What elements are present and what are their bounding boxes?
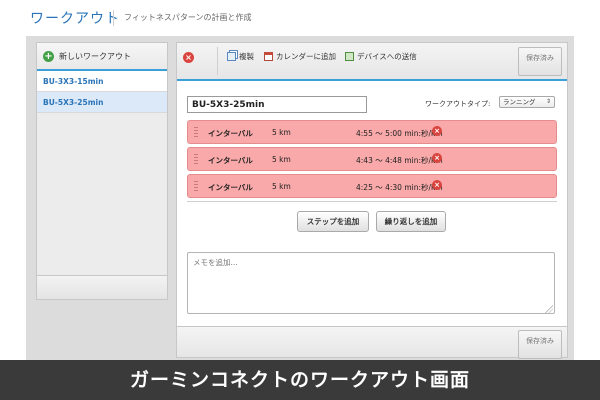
top-header: ワークアウト フィットネスパターンの計画と作成 bbox=[0, 0, 600, 36]
step-pace: 4:55 ～ 5:00 min:秒/km bbox=[356, 129, 443, 138]
copy-icon bbox=[227, 52, 236, 61]
add-step-button[interactable]: ステップを追加 bbox=[297, 211, 369, 232]
workout-list: BU-3X3-15min BU-5X3-25min bbox=[37, 71, 167, 113]
workout-name-input[interactable] bbox=[187, 96, 367, 113]
workout-list-item-selected[interactable]: BU-5X3-25min bbox=[37, 92, 167, 113]
step-type: インターバル bbox=[208, 156, 253, 165]
copy-button[interactable]: 複製 bbox=[227, 51, 254, 62]
plus-icon: + bbox=[43, 50, 54, 62]
workout-type-label: ワークアウトタイプ: bbox=[425, 100, 491, 108]
calendar-icon bbox=[264, 52, 273, 61]
drag-handle-icon[interactable] bbox=[194, 127, 198, 138]
remove-step-icon[interactable]: × bbox=[432, 126, 442, 136]
step-distance: 5 km bbox=[272, 155, 291, 164]
page-subtitle: フィットネスパターンの計画と作成 bbox=[124, 13, 252, 22]
send-icon bbox=[345, 52, 354, 61]
divider bbox=[187, 201, 557, 202]
add-repeat-button[interactable]: 繰り返しを追加 bbox=[376, 211, 446, 232]
toolbar: × 複製 カレンダーに追加 デバイスへの送信 保存済み bbox=[177, 43, 567, 81]
memo-textarea[interactable] bbox=[187, 252, 555, 314]
step-type: インターバル bbox=[208, 183, 253, 192]
workout-type-value: ランニング bbox=[503, 98, 536, 106]
remove-step-icon[interactable]: × bbox=[432, 180, 442, 190]
step-distance: 5 km bbox=[272, 182, 291, 191]
step-pace: 4:43 ～ 4:48 min:秒/km bbox=[356, 156, 443, 165]
workout-list-panel: + 新しいワークアウト BU-3X3-15min BU-5X3-25min bbox=[36, 42, 168, 300]
select-arrows-icon: ⇕ bbox=[545, 98, 551, 105]
workout-step[interactable]: インターバル 5 km 4:25 ～ 4:30 min:秒/km × bbox=[187, 174, 557, 198]
bottom-bar: 保存済み bbox=[177, 326, 567, 359]
saved-button-top[interactable]: 保存済み bbox=[518, 47, 562, 76]
send-to-device-button[interactable]: デバイスへの送信 bbox=[345, 51, 417, 62]
drag-handle-icon[interactable] bbox=[194, 181, 198, 192]
new-workout-label: 新しいワークアウト bbox=[59, 51, 131, 61]
send-label: デバイスへの送信 bbox=[357, 52, 417, 61]
workout-step[interactable]: インターバル 5 km 4:43 ～ 4:48 min:秒/km × bbox=[187, 147, 557, 171]
page-title: ワークアウト bbox=[30, 11, 120, 27]
header-divider bbox=[113, 10, 114, 26]
drag-handle-icon[interactable] bbox=[194, 154, 198, 165]
workout-detail-panel: × 複製 カレンダーに追加 デバイスへの送信 保存済み ワークアウトタイプ: ラ… bbox=[176, 42, 568, 359]
step-type: インターバル bbox=[208, 129, 253, 138]
new-workout-button[interactable]: + 新しいワークアウト bbox=[37, 43, 167, 71]
step-pace: 4:25 ～ 4:30 min:秒/km bbox=[356, 183, 443, 192]
left-panel-footer bbox=[37, 275, 167, 299]
step-distance: 5 km bbox=[272, 128, 291, 137]
delete-icon[interactable]: × bbox=[183, 52, 194, 63]
toolbar-separator bbox=[217, 47, 218, 75]
copy-label: 複製 bbox=[239, 52, 254, 61]
resize-handle-icon[interactable] bbox=[545, 305, 553, 313]
workout-type-select[interactable]: ランニング ⇕ bbox=[499, 96, 555, 108]
workout-step[interactable]: インターバル 5 km 4:55 ～ 5:00 min:秒/km × bbox=[187, 120, 557, 144]
saved-button-bottom[interactable]: 保存済み bbox=[518, 330, 562, 359]
caption-banner: ガーミンコネクトのワークアウト画面 bbox=[0, 360, 600, 400]
calendar-label: カレンダーに追加 bbox=[276, 52, 336, 61]
workout-list-item[interactable]: BU-3X3-15min bbox=[37, 71, 167, 92]
remove-step-icon[interactable]: × bbox=[432, 153, 442, 163]
add-to-calendar-button[interactable]: カレンダーに追加 bbox=[264, 51, 336, 62]
